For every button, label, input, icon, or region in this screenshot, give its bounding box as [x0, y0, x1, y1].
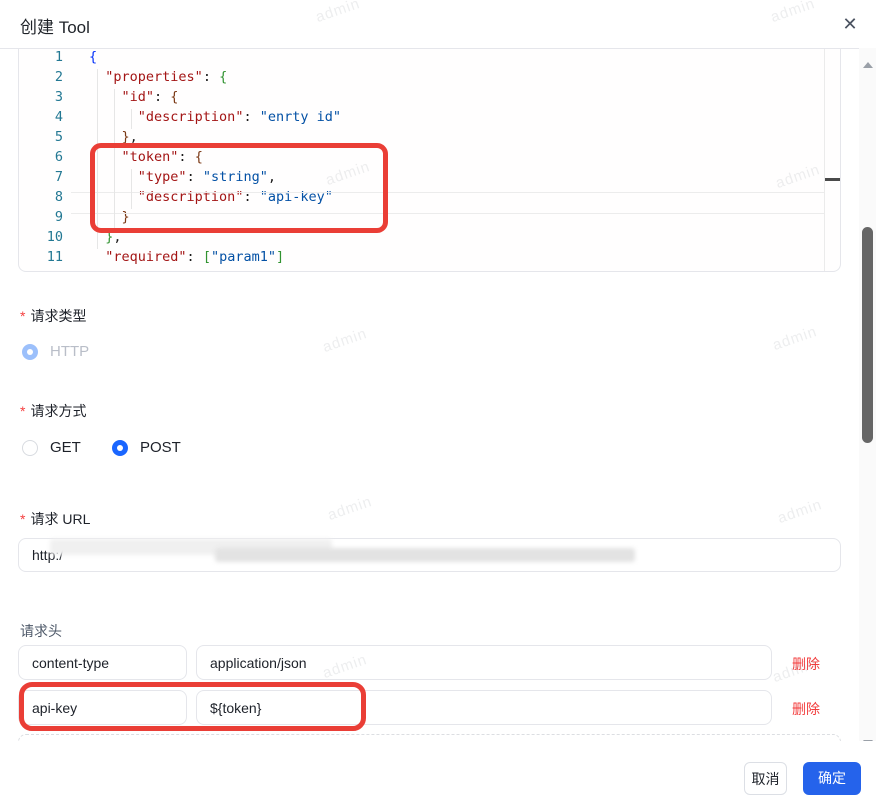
code-line: 5 }, — [19, 129, 840, 149]
line-number: 1 — [54, 49, 63, 65]
request-headers-label: 请求头 — [20, 623, 62, 639]
line-number: 5 — [54, 129, 63, 145]
overview-ruler-cursor-mark — [825, 178, 840, 181]
radio-post-label[interactable]: POST — [140, 439, 181, 456]
cancel-button[interactable]: 取消 — [744, 762, 787, 795]
line-number: 2 — [54, 69, 63, 85]
indent-guide — [114, 89, 115, 229]
radio-http-icon — [22, 343, 38, 360]
code-line: 7 "type": "string", — [19, 169, 840, 189]
code-line: 6 "token": { — [19, 149, 840, 169]
radio-post-icon[interactable] — [112, 439, 128, 456]
editor-current-line — [71, 192, 824, 214]
header-value-input[interactable] — [196, 645, 772, 680]
confirm-button[interactable]: 确定 — [803, 762, 861, 795]
line-number: 9 — [54, 209, 63, 225]
radio-get-icon[interactable] — [22, 439, 38, 456]
indent-guide — [97, 69, 98, 249]
watermark-text: admin — [320, 324, 370, 357]
request-url-label: * 请求 URL — [20, 511, 91, 527]
line-number: 6 — [54, 149, 63, 165]
dialog-title: 创建 Tool — [20, 18, 90, 37]
header-key-input[interactable] — [18, 690, 187, 725]
page-scrollbar[interactable] — [859, 48, 876, 756]
watermark-text: admin — [770, 322, 820, 355]
request-method-label: * 请求方式 — [20, 403, 87, 419]
dialog-header: 创建 Tool ✕ — [0, 0, 876, 49]
delete-header-link[interactable]: 删除 — [792, 699, 820, 719]
scrollbar-up-arrow-icon[interactable] — [863, 62, 873, 68]
radio-http-label: HTTP — [50, 343, 90, 360]
code-line: 11 "required": ["param1"] — [19, 249, 840, 269]
line-number: 4 — [54, 109, 63, 125]
close-icon[interactable]: ✕ — [837, 11, 863, 37]
dialog-footer: 取消 确定 — [0, 741, 876, 808]
indent-guide — [131, 109, 132, 129]
delete-header-link[interactable]: 删除 — [792, 654, 820, 674]
radio-get-label[interactable]: GET — [50, 439, 81, 456]
radio-get[interactable]: GET — [22, 439, 81, 456]
line-number: 3 — [54, 89, 63, 105]
code-line: 2 "properties": { — [19, 69, 840, 89]
line-number: 10 — [46, 229, 63, 245]
watermark-text: admin — [775, 495, 825, 528]
indent-guide — [131, 169, 132, 209]
required-asterisk: * — [20, 511, 26, 527]
code-line: 10 }, — [19, 229, 840, 249]
code-line: 4 "description": "enrty id" — [19, 109, 840, 129]
header-value-input[interactable] — [196, 690, 772, 725]
scrollbar-thumb[interactable] — [862, 227, 873, 443]
create-tool-dialog: 创建 Tool ✕ 1{2 "properties": {3 "id": {4 … — [0, 0, 876, 808]
required-asterisk: * — [20, 403, 26, 419]
request-type-label: * 请求类型 — [20, 308, 87, 324]
code-line: 1{ — [19, 49, 840, 69]
radio-http: HTTP — [22, 343, 89, 360]
code-line: 3 "id": { — [19, 89, 840, 109]
line-number: 8 — [54, 189, 63, 205]
radio-post[interactable]: POST — [112, 439, 181, 456]
code-lines: 1{2 "properties": {3 "id": {4 "descripti… — [19, 49, 840, 269]
header-key-input[interactable] — [18, 645, 187, 680]
watermark-text: admin — [325, 492, 375, 525]
line-number: 11 — [46, 249, 63, 265]
json-schema-editor[interactable]: 1{2 "properties": {3 "id": {4 "descripti… — [18, 49, 841, 272]
redaction-blur — [215, 548, 635, 562]
line-number: 7 — [54, 169, 63, 185]
required-asterisk: * — [20, 308, 26, 324]
overview-ruler-line — [824, 49, 825, 271]
